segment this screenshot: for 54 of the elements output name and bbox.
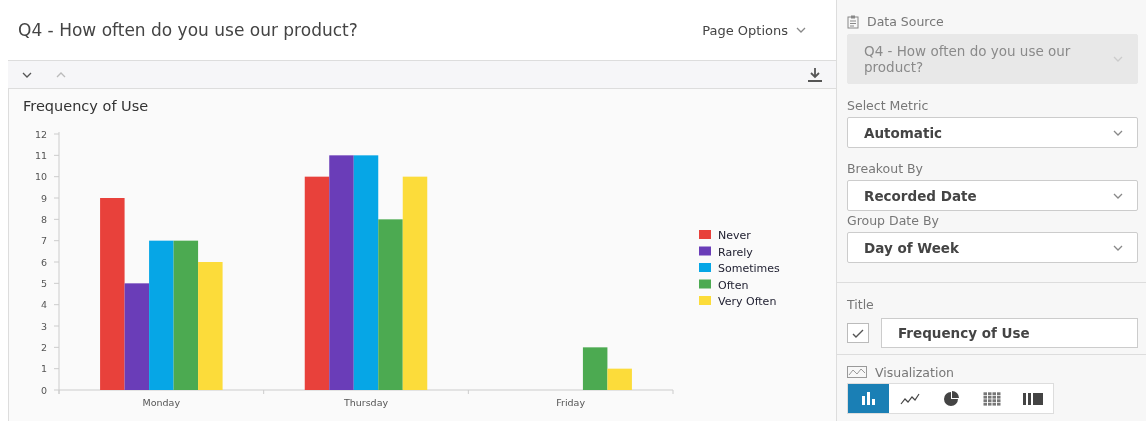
title-checkbox[interactable]: [847, 323, 869, 343]
page-options-button[interactable]: Page Options: [702, 22, 806, 38]
x-tick-label: Thursday: [343, 397, 389, 408]
y-tick-label: 11: [34, 149, 47, 161]
y-tick-label: 6: [40, 256, 47, 268]
download-button[interactable]: [808, 67, 822, 82]
y-tick-label: 5: [40, 277, 47, 289]
column-layout-icon: [1022, 392, 1043, 405]
y-tick-label: 10: [34, 171, 47, 183]
bar-chart-icon: [860, 392, 877, 405]
field-label: Title: [847, 297, 875, 312]
y-tick-label: 1: [40, 363, 47, 375]
chevron-down-icon: [796, 27, 806, 33]
page-title: Q4 - How often do you use our product?: [18, 20, 358, 40]
chevron-down-icon: [22, 71, 32, 78]
y-tick-label: 0: [40, 384, 47, 396]
y-tick-label: 12: [34, 128, 47, 140]
y-tick-label: 9: [40, 192, 47, 204]
visualization-option[interactable]: [848, 384, 889, 413]
download-icon: [808, 67, 822, 82]
chart-title: Frequency of Use: [22, 97, 150, 116]
clipboard-icon: [847, 14, 859, 29]
title-input[interactable]: Frequency of Use: [881, 318, 1138, 348]
legend-label: Never: [718, 229, 751, 242]
y-tick-label: 4: [40, 299, 47, 311]
check-icon: [852, 328, 864, 338]
table-icon: [982, 391, 1001, 406]
field-label: Select Metric: [847, 98, 930, 113]
chevron-down-icon: [1113, 56, 1123, 62]
field-label: Group Date By: [847, 213, 940, 228]
y-tick-label: 8: [40, 213, 47, 225]
field-label: Visualization: [875, 365, 954, 380]
y-tick-label: 2: [40, 341, 47, 353]
field-label: Breakout By: [847, 161, 924, 176]
chart-board-icon: [847, 365, 867, 380]
chevron-down-icon: [1113, 129, 1123, 136]
line-chart-icon: [899, 392, 920, 405]
legend-label: Rarely: [718, 245, 753, 259]
pie-chart-icon: [941, 390, 960, 407]
legend-label: Sometimes: [718, 262, 780, 275]
legend-label: Very Often: [718, 295, 777, 308]
dropdown[interactable]: Recorded Date: [847, 180, 1138, 211]
dropdown[interactable]: Day of Week: [847, 232, 1138, 263]
x-tick-label: Monday: [142, 397, 181, 408]
x-tick-label: Friday: [556, 397, 586, 408]
field-label: Data Source: [867, 14, 944, 29]
legend-label: Often: [718, 278, 749, 292]
chevron-down-icon: [1113, 244, 1123, 251]
collapse-button[interactable]: [22, 71, 32, 78]
chevron-down-icon: [1113, 192, 1123, 199]
chevron-up-icon: [56, 71, 66, 78]
y-tick-label: 7: [40, 235, 47, 247]
dropdown[interactable]: Automatic: [847, 117, 1138, 148]
y-tick-label: 3: [40, 320, 47, 332]
